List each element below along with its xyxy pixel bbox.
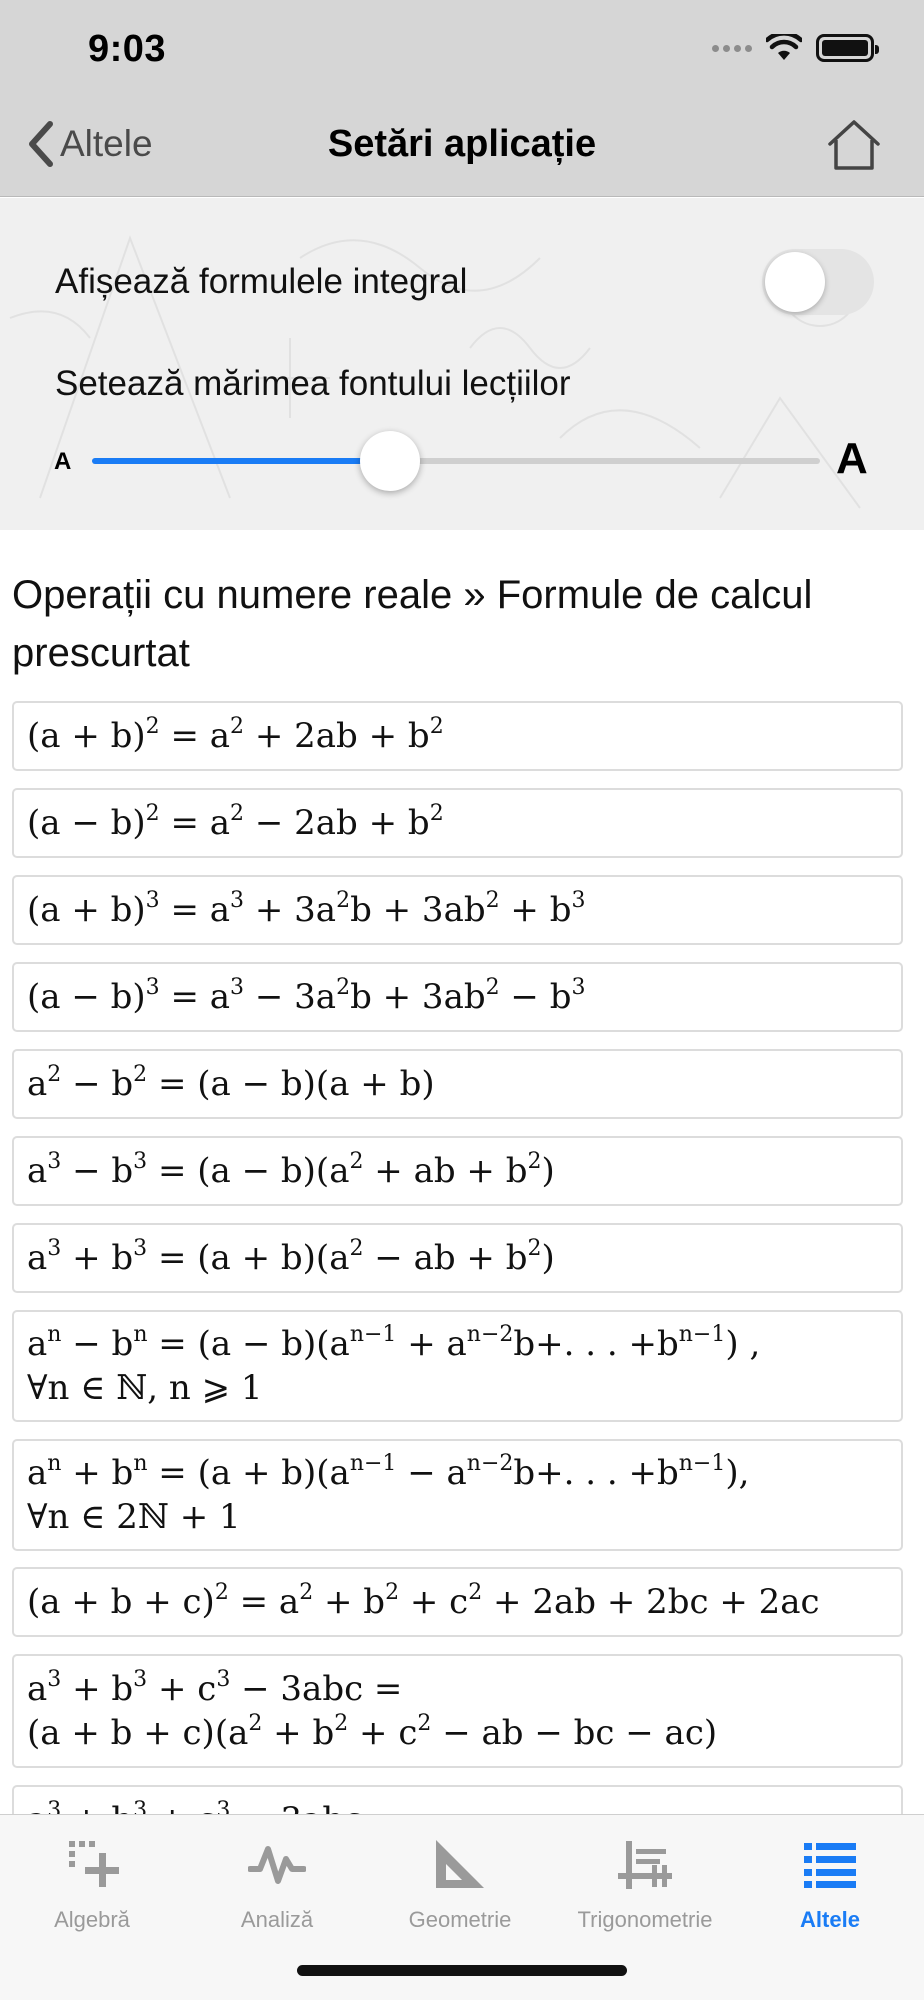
formula-card[interactable]: (a − b)2 = a2 − 2ab + b2	[12, 788, 903, 858]
home-button[interactable]	[826, 118, 882, 177]
formula-line: a3 − b3 = (a − b)(a2 + ab + b2)	[27, 1149, 555, 1192]
formula-card[interactable]: a3 + b3 + c3 − 3abc = (a + b + c)(a2 + b2…	[12, 1654, 903, 1768]
analysis-icon	[187, 1833, 367, 1895]
formula-card[interactable]: (a − b)3 = a3 − 3a2b + 3ab2 − b3	[12, 962, 903, 1032]
settings-panel: Afișează formulele integral Setează mări…	[0, 198, 924, 530]
font-size-label: Setează mărimea fontului lecțiilor	[55, 364, 571, 403]
tab-altele[interactable]: Altele	[740, 1833, 920, 1933]
formula-card[interactable]: (a + b)3 = a3 + 3a2b + 3ab2 + b3	[12, 875, 903, 945]
cellular-signal-icon	[712, 44, 752, 52]
page-title: Setări aplicație	[327, 123, 597, 165]
wifi-icon	[766, 34, 802, 60]
tab-geometrie[interactable]: Geometrie	[370, 1833, 550, 1933]
formula-card[interactable]: (a + b + c)2 = a2 + b2 + c2 + 2ab + 2bc …	[12, 1567, 903, 1637]
formula-card[interactable]: a2 − b2 = (a − b)(a + b)	[12, 1049, 903, 1119]
top-bar: 9:03 Altele Setări aplicație	[0, 0, 924, 197]
home-icon	[828, 120, 880, 170]
font-size-slider[interactable]	[92, 431, 820, 491]
formula-card[interactable]: a3 + b3 = (a + b)(a2 − ab + b2)	[12, 1223, 903, 1293]
formula-line: (a + b)3 = a3 + 3a2b + 3ab2 + b3	[27, 888, 586, 931]
formula-line: a3 + b3 = (a + b)(a2 − ab + b2)	[27, 1236, 555, 1279]
tab-trigonometrie[interactable]: Trigonometrie	[555, 1833, 735, 1933]
formula-line: (a + b + c)2 = a2 + b2 + c2 + 2ab + 2bc …	[27, 1580, 820, 1623]
formula-line: an + bn = (a + b)(an−1 − an−2b+. . . +bn…	[27, 1451, 750, 1494]
formula-line: (a − b)2 = a2 − 2ab + b2	[27, 801, 444, 844]
geometry-icon	[370, 1833, 550, 1895]
font-small-label: A	[54, 448, 72, 475]
battery-icon	[816, 34, 879, 62]
formula-card[interactable]: an − bn = (a − b)(an−1 + an−2b+. . . +bn…	[12, 1310, 903, 1422]
formula-line: ∀n ∈ 2ℕ + 1	[27, 1497, 241, 1537]
formula-card[interactable]: (a + b)2 = a2 + 2ab + b2	[12, 701, 903, 771]
tab-label: Geometrie	[408, 1907, 512, 1932]
formula-line: ∀n ∈ ℕ, n ⩾ 1	[27, 1368, 263, 1408]
formula-line: (a + b)2 = a2 + 2ab + b2	[27, 714, 444, 757]
list-icon	[740, 1833, 920, 1895]
tab-label: Analiză	[240, 1907, 314, 1932]
font-large-label: A	[836, 434, 868, 483]
status-time: 9:03	[88, 28, 167, 70]
formula-line: (a + b + c)(a2 + b2 + c2 − ab − bc − ac)	[27, 1711, 718, 1754]
show-full-formulas-label: Afișează formulele integral	[55, 262, 468, 301]
tab-label: Altele	[800, 1907, 860, 1932]
tab-algebră[interactable]: Algebră	[2, 1833, 182, 1933]
algebra-icon	[2, 1833, 182, 1895]
trigonometry-icon	[555, 1833, 735, 1895]
status-icons	[712, 34, 879, 62]
home-indicator	[297, 1965, 627, 1976]
tab-label: Algebră	[54, 1907, 130, 1932]
formula-line: a3 + b3 + c3 − 3abc =	[27, 1667, 403, 1710]
slider-fill	[92, 458, 391, 464]
formula-card[interactable]: a3 − b3 = (a − b)(a2 + ab + b2)	[12, 1136, 903, 1206]
tab-label: Trigonometrie	[577, 1907, 713, 1932]
formula-card[interactable]: an + bn = (a + b)(an−1 − an−2b+. . . +bn…	[12, 1439, 903, 1551]
toggle-knob	[765, 252, 825, 312]
formula-line: an − bn = (a − b)(an−1 + an−2b+. . . +bn…	[27, 1322, 761, 1365]
tab-analiză[interactable]: Analiză	[187, 1833, 367, 1933]
formula-line: a2 − b2 = (a − b)(a + b)	[27, 1062, 435, 1105]
show-full-formulas-toggle[interactable]	[762, 249, 874, 315]
formula-line: (a − b)3 = a3 − 3a2b + 3ab2 − b3	[27, 975, 586, 1018]
section-title: Operații cu numere reale » Formule de ca…	[12, 573, 813, 675]
